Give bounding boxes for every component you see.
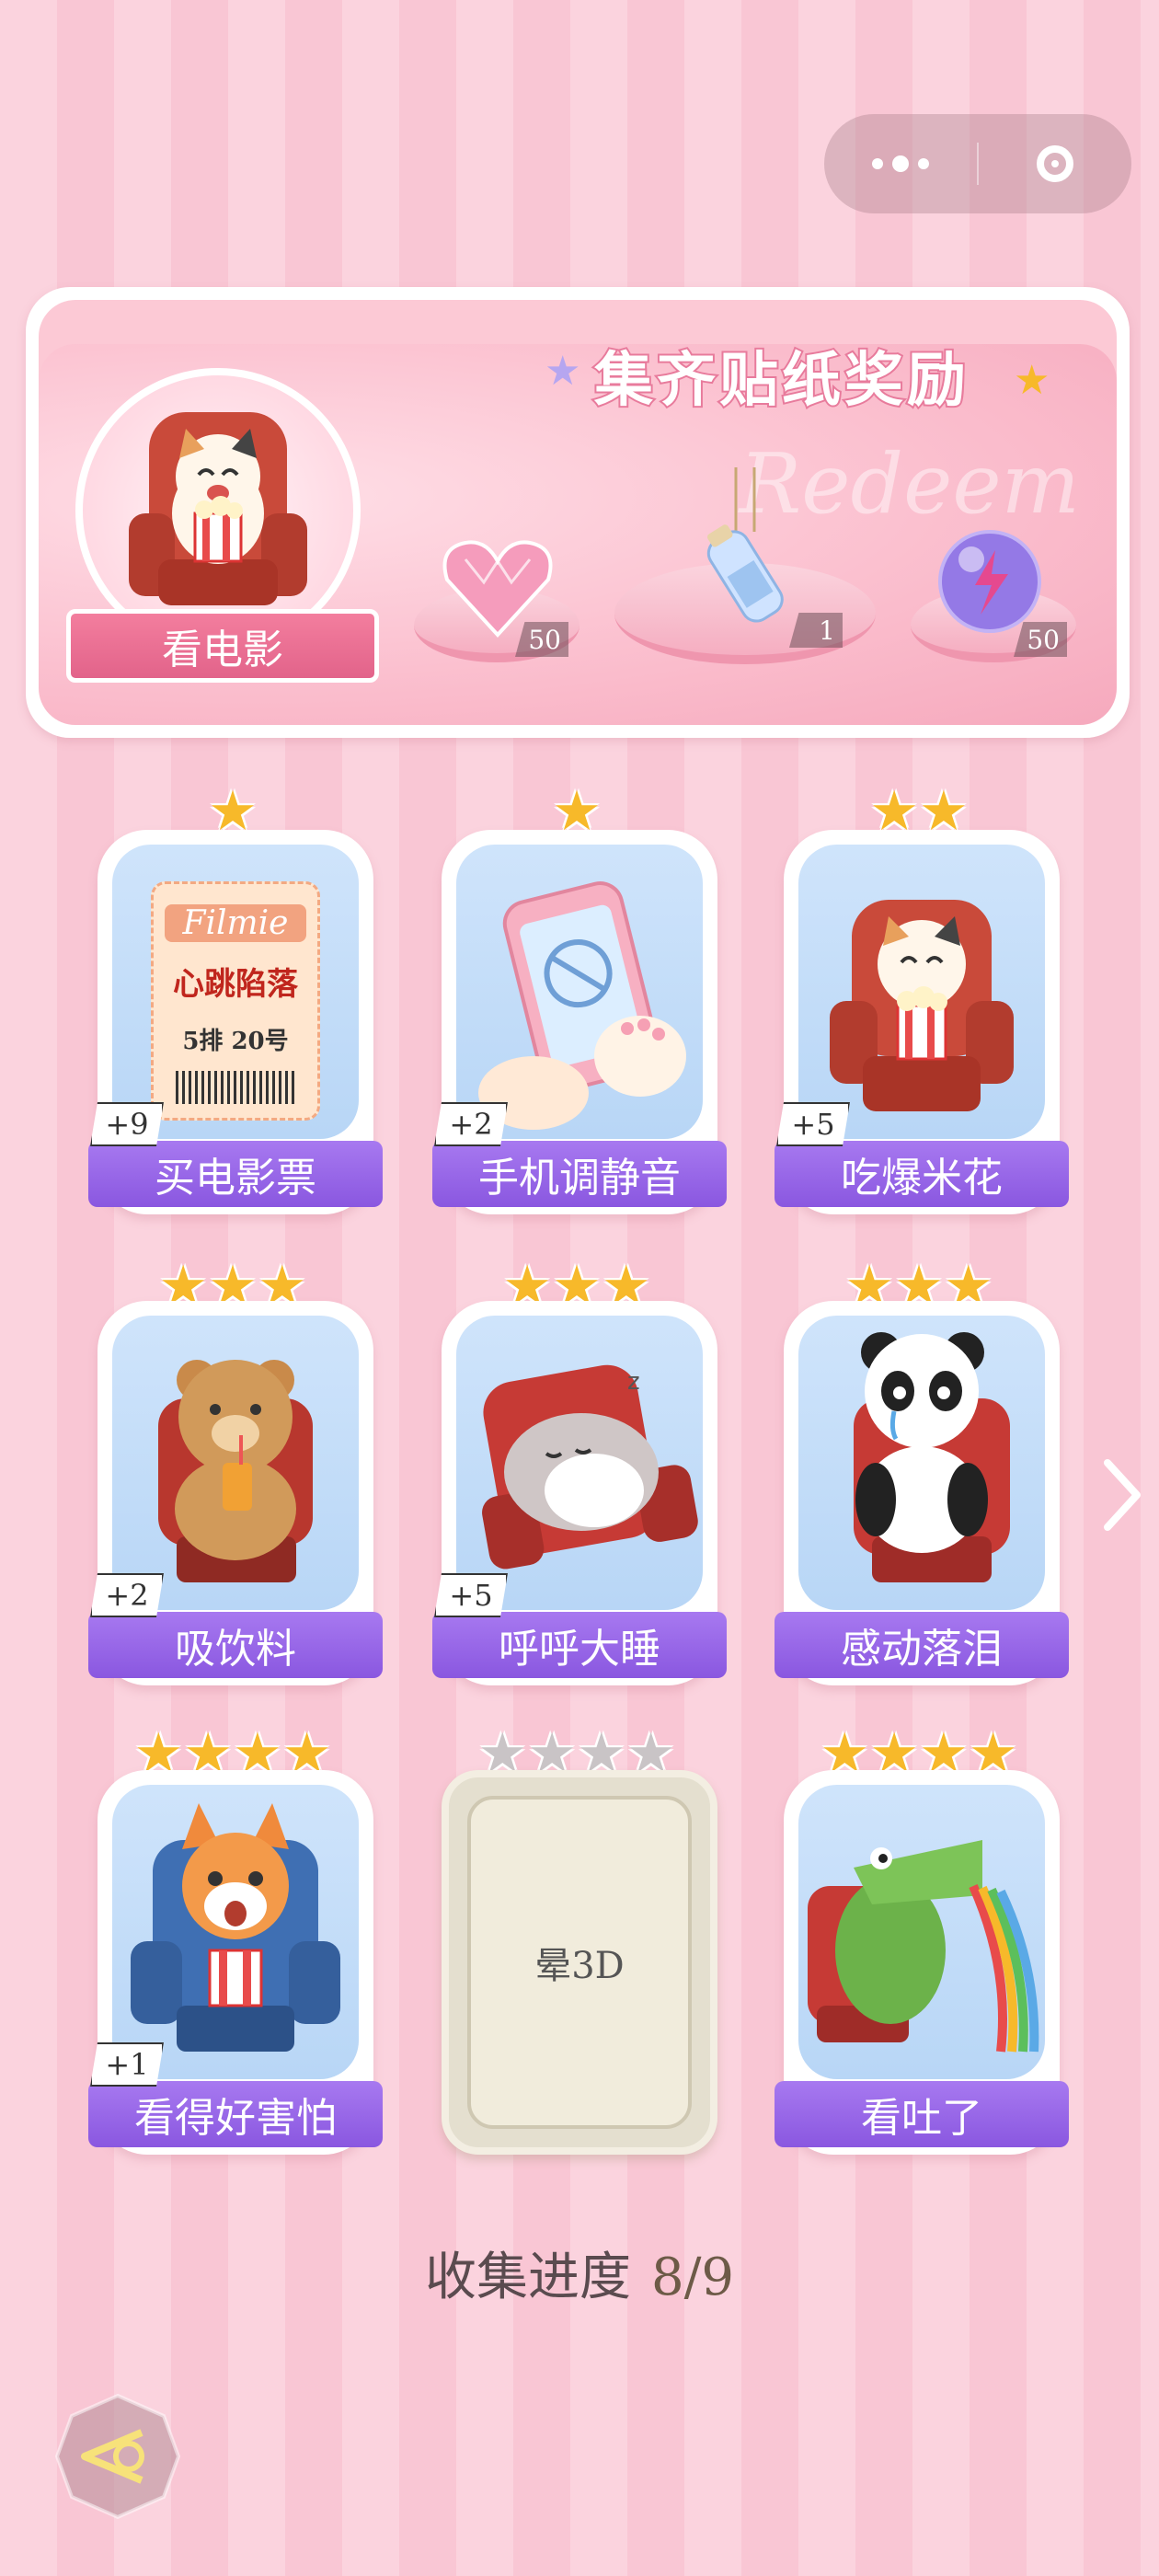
locked-sticker-label: 晕3D [467,1796,692,2129]
bonus-tag: +2 [434,1102,508,1146]
panda-cry-icon [854,1332,1010,1582]
sticker-label: 买电影票 [88,1141,383,1207]
cat-popcorn-icon [830,900,1014,1111]
locked-sticker-card[interactable]: 晕3D [442,1770,717,2155]
ticket-brand: Filmie [165,904,306,942]
collection-progress: 收集进度 8/9 [0,2236,1159,2310]
ticket-seat: 5排 20号 [182,1028,289,1055]
sticker-card[interactable]: Filmie 心跳陷落 5排 20号 买电影票 +9 [88,830,383,1214]
bear-drink-icon [158,1360,313,1582]
sticker-label: 吃爆米花 [775,1141,1069,1207]
activity-label: 看电影 [66,609,379,683]
bottle-charm-icon[interactable] [671,467,809,633]
close-button[interactable] [979,114,1131,213]
sticker-art [112,1316,359,1610]
sticker-card[interactable]: z 呼呼大睡 +5 [432,1301,727,1685]
energy-orb-icon[interactable] [935,526,1045,637]
sticker-card[interactable]: 吃爆米花 +5 [775,830,1069,1214]
sticker-label: 感动落泪 [775,1612,1069,1678]
sticker-label: 手机调静音 [432,1141,727,1207]
sticker-art [798,1785,1045,2079]
sticker-card[interactable]: 手机调静音 +2 [432,830,727,1214]
sticker-label: 看得好害怕 [88,2081,383,2147]
more-button[interactable] [824,114,977,213]
more-dots-icon [872,155,929,172]
bonus-tag: +9 [90,1102,164,1146]
hamster-sleep-icon: z [482,1364,698,1570]
sticker-art [112,1785,359,2079]
activity-medal: 看电影 [66,368,379,683]
crocodile-rainbow-icon [808,1840,1039,2053]
bonus-tag: +2 [90,1573,164,1617]
fox-scared-icon [131,1803,340,2052]
sticker-card[interactable]: 吸饮料 +2 [88,1301,383,1685]
sticker-art [798,845,1045,1139]
sticker-card[interactable]: 看得好害怕 +1 [88,1770,383,2155]
svg-text:z: z [627,1368,640,1396]
ticket-title: 心跳陷落 [173,966,298,1003]
sticker-label: 看吐了 [775,2081,1069,2147]
sticker-card[interactable]: 看吐了 [775,1770,1069,2155]
bonus-tag: +5 [434,1573,508,1617]
chevron-right-icon[interactable] [1095,1454,1150,1536]
back-button[interactable] [53,2392,182,2521]
movie-ticket: Filmie 心跳陷落 5排 20号 [151,881,320,1121]
phone-mute-icon [478,881,686,1130]
sticker-art: Filmie 心跳陷落 5排 20号 [112,845,359,1139]
cat-cinema-icon [129,412,307,605]
bonus-tag: +5 [776,1102,850,1146]
sticker-art [798,1316,1045,1610]
sticker-label: 呼呼大睡 [432,1612,727,1678]
sticker-card[interactable]: 感动落泪 [775,1301,1069,1685]
gold-star-icon: ★ [1014,357,1050,404]
sticker-label: 吸饮料 [88,1612,383,1678]
sticker-art: z [456,1316,703,1610]
banner-title-ribbon: 集齐贴纸奖励 [570,329,993,421]
bonus-tag: +1 [90,2042,164,2087]
barcode-icon [176,1071,295,1104]
progress-label: 收集进度 [424,2248,631,2307]
progress-value: 8/9 [650,2248,735,2307]
sticker-art [456,845,703,1139]
mini-program-capsule [824,114,1131,213]
banner-title: 集齐贴纸奖励 [592,345,970,417]
target-ring-icon [1037,145,1073,182]
